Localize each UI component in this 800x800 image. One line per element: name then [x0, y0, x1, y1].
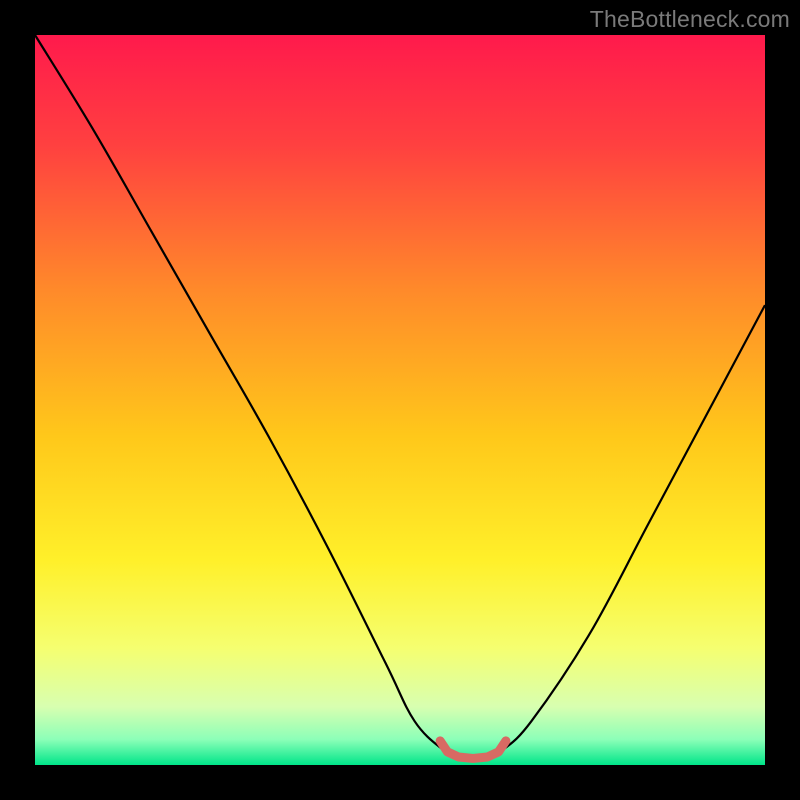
plot-background	[35, 35, 765, 765]
chart-frame: TheBottleneck.com	[0, 0, 800, 800]
bottleneck-plot	[0, 0, 800, 800]
